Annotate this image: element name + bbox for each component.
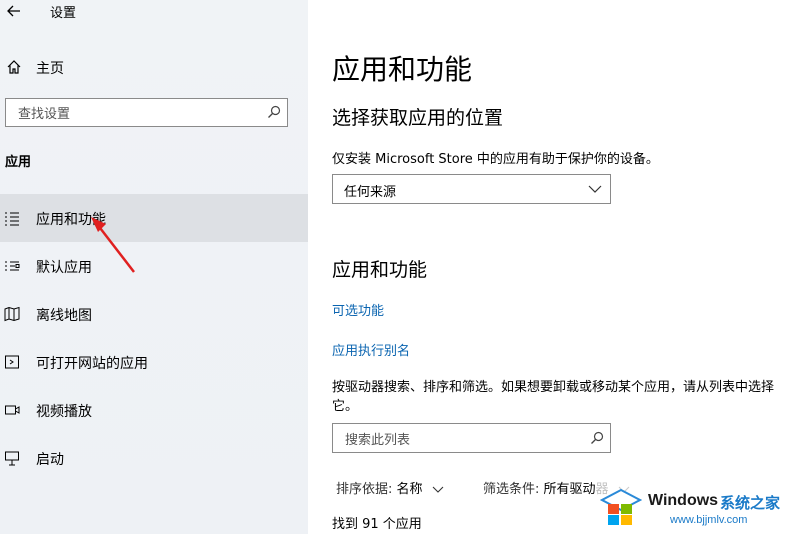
search-icon[interactable]: [590, 431, 604, 445]
sidebar-item-offline-maps[interactable]: 离线地图: [0, 290, 308, 338]
sort-by-control[interactable]: 排序依据: 名称: [336, 478, 444, 497]
app-count: 找到 91 个应用: [332, 517, 422, 532]
filter-label: 筛选条件:: [483, 482, 540, 497]
watermark: Windows 系统之家 www.bjjmlv.com: [596, 482, 787, 534]
sidebar: 设置 主页 应用 应用和功能 默认应用 离线地图: [0, 0, 308, 534]
apps-for-websites-icon: [5, 355, 19, 369]
main-content: 应用和功能 选择获取应用的位置 仅安装 Microsoft Store 中的应用…: [308, 0, 787, 534]
window-title: 设置: [50, 6, 77, 21]
chevron-down-icon: [588, 185, 602, 193]
sidebar-item-video-playback[interactable]: 视频播放: [0, 386, 308, 434]
sidebar-item-label: 视频播放: [36, 404, 92, 420]
settings-search-input[interactable]: [16, 104, 260, 124]
apps-instructions: 按驱动器搜索、排序和筛选。如果想要卸载或移动某个应用，请从列表中选择它。: [332, 380, 775, 414]
windows-logo-icon: [600, 488, 642, 525]
sidebar-item-apps-for-websites[interactable]: 可打开网站的应用: [0, 338, 308, 386]
home-icon: [7, 60, 21, 74]
watermark-site-name: 系统之家: [720, 494, 781, 512]
home-label: 主页: [36, 61, 64, 77]
watermark-brand: Windows: [648, 492, 719, 509]
sidebar-item-apps-features[interactable]: 应用和功能: [0, 194, 308, 242]
sort-value: 名称: [396, 482, 423, 497]
back-arrow-icon[interactable]: [6, 3, 22, 19]
section-label: 应用: [5, 155, 32, 170]
offline-map-icon: [4, 306, 20, 322]
sidebar-item-label: 默认应用: [36, 260, 92, 276]
sidebar-item-default-apps[interactable]: 默认应用: [0, 242, 308, 290]
app-execution-alias-link[interactable]: 应用执行别名: [332, 340, 410, 359]
apps-list-icon: [5, 212, 19, 226]
sidebar-item-label: 启动: [36, 452, 64, 468]
search-icon[interactable]: [267, 105, 281, 119]
sidebar-home[interactable]: 主页: [0, 55, 308, 79]
startup-icon: [5, 451, 19, 466]
app-list-search-box[interactable]: [332, 423, 611, 453]
sidebar-item-label: 可打开网站的应用: [36, 356, 148, 372]
chevron-down-icon: [432, 486, 444, 493]
default-apps-icon: [5, 261, 20, 271]
sort-label: 排序依据:: [336, 482, 393, 497]
install-source-dropdown[interactable]: 任何来源: [332, 174, 611, 204]
video-playback-icon: [5, 405, 20, 415]
settings-search-box[interactable]: [5, 98, 288, 127]
sidebar-item-label: 离线地图: [36, 308, 92, 324]
app-list-search-input[interactable]: [343, 430, 577, 450]
install-source-heading: 选择获取应用的位置: [332, 107, 504, 129]
install-source-description: 仅安装 Microsoft Store 中的应用有助于保护你的设备。: [332, 152, 659, 167]
apps-features-heading: 应用和功能: [332, 259, 428, 281]
watermark-url: www.bjjmlv.com: [670, 514, 748, 526]
page-title: 应用和功能: [332, 53, 473, 86]
dropdown-value: 任何来源: [344, 185, 397, 200]
sidebar-item-startup[interactable]: 启动: [0, 434, 308, 482]
sidebar-item-label: 应用和功能: [36, 212, 106, 228]
optional-features-link[interactable]: 可选功能: [332, 300, 384, 319]
